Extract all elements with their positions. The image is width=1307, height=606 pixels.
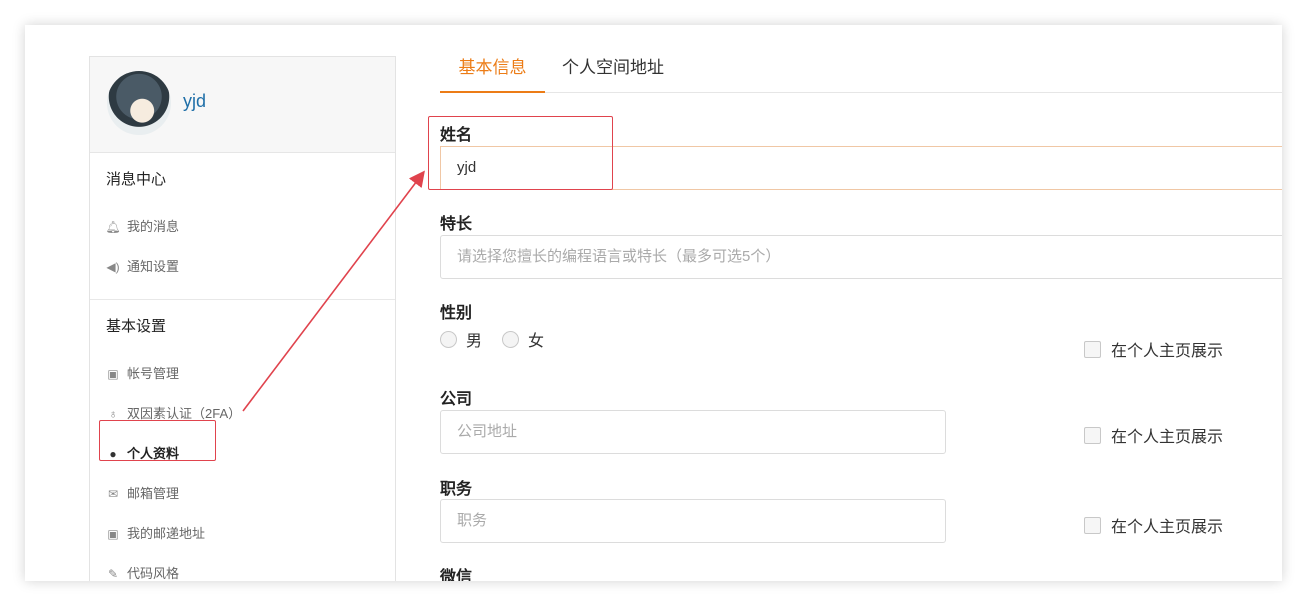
settings-card: yjd 消息中心 🔔︎ 我的消息 ◀) 通知设置 基本设置 ▣ 帐号管理 ♁ 双… <box>25 25 1282 581</box>
annotation-arrow <box>242 170 425 412</box>
